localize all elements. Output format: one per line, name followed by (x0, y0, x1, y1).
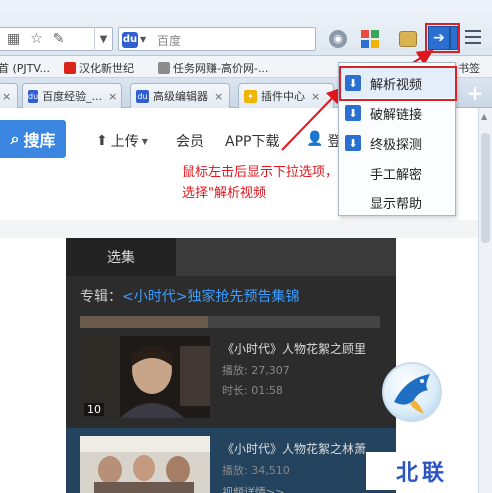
download-arrow-icon: ⬇ (345, 105, 361, 121)
menu-item-show-help[interactable]: 显示帮助 (339, 187, 455, 217)
menu-item-ultimate-detect[interactable]: ⬇ 终极探测 (339, 128, 455, 158)
menu-item-manual-decrypt[interactable]: 手工解密 (339, 158, 455, 188)
download-arrow-icon: ⬇ (345, 135, 361, 151)
annotation-arrow-to-menu (281, 87, 343, 151)
menu-item-crack-link[interactable]: ⬇ 破解链接 (339, 98, 455, 128)
menu-highlight-frame (339, 66, 457, 101)
